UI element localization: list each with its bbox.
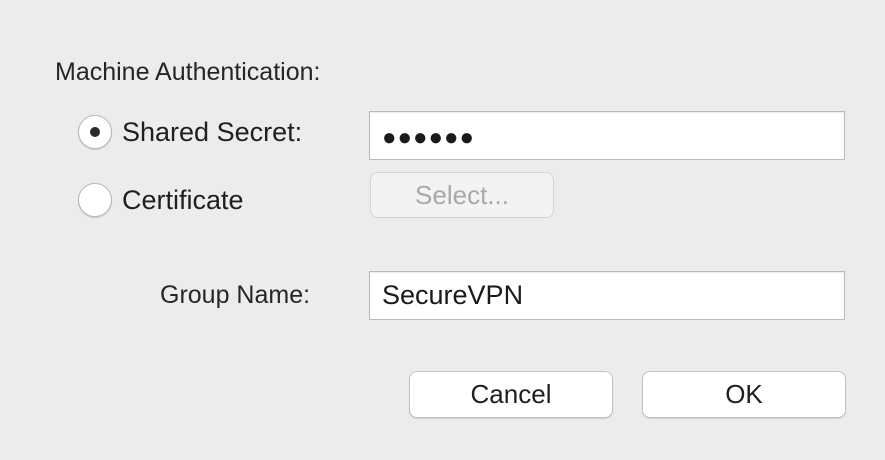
- certificate-radio-option[interactable]: Certificate: [78, 180, 244, 220]
- radio-selected-icon[interactable]: [78, 115, 112, 149]
- group-name-field[interactable]: SecureVPN: [369, 271, 845, 320]
- shared-secret-masked-value: ●●●●●●: [382, 123, 475, 151]
- machine-authentication-label: Machine Authentication:: [55, 58, 321, 86]
- shared-secret-label[interactable]: Shared Secret:: [122, 117, 302, 148]
- group-name-label: Group Name:: [160, 281, 311, 309]
- select-certificate-button[interactable]: Select...: [370, 172, 554, 218]
- certificate-label[interactable]: Certificate: [122, 185, 244, 216]
- radio-dot-icon: [90, 127, 100, 137]
- machine-authentication-dialog: Machine Authentication: Shared Secret: ●…: [0, 0, 885, 460]
- cancel-button[interactable]: Cancel: [409, 371, 613, 418]
- shared-secret-radio-option[interactable]: Shared Secret:: [78, 112, 302, 152]
- ok-button[interactable]: OK: [642, 371, 846, 418]
- radio-unselected-icon[interactable]: [78, 183, 112, 217]
- shared-secret-field[interactable]: ●●●●●●: [369, 111, 845, 160]
